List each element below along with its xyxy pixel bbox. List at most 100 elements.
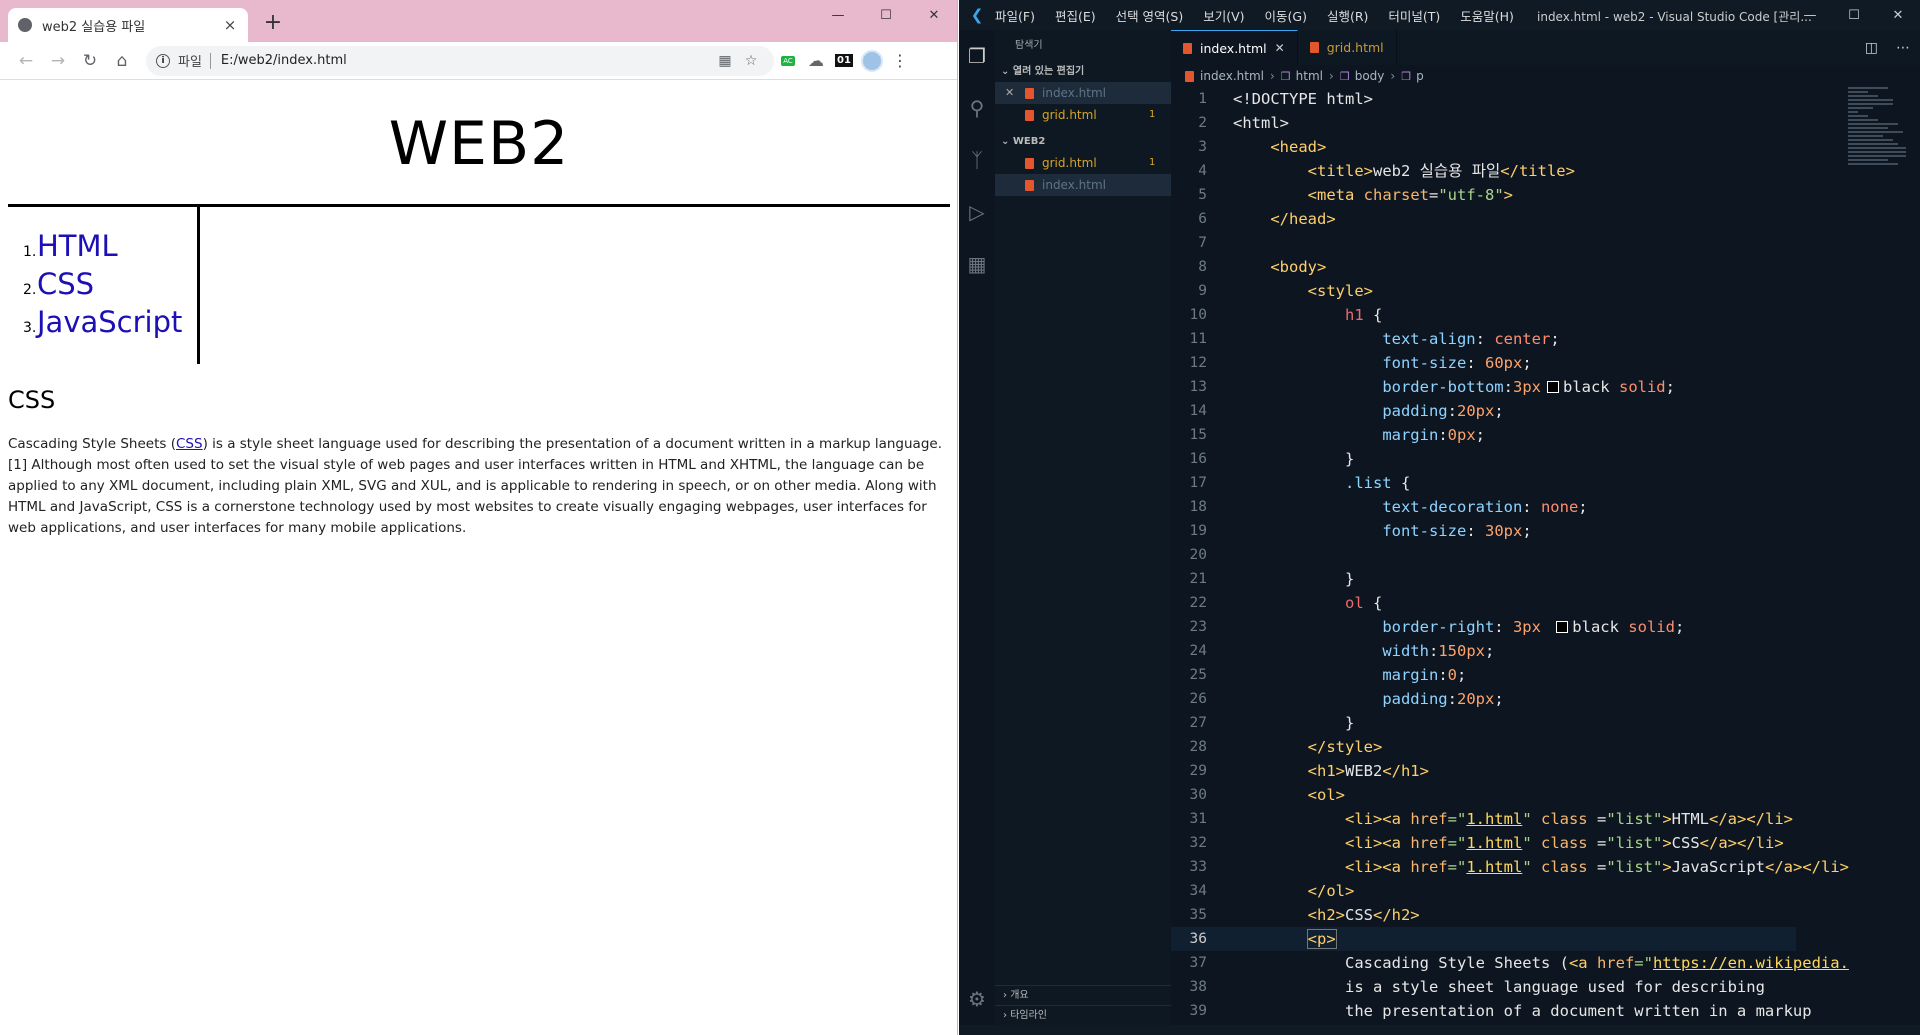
translate-icon[interactable]: ▦ [712,53,738,69]
link-javascript[interactable]: JavaScript [37,305,182,339]
line-number: 26 [1189,691,1207,707]
code-token: text-align [1382,330,1476,348]
new-tab-button[interactable]: + [260,10,286,36]
open-editors-section[interactable]: ⌄ 열려 있는 편집기 [995,62,1171,82]
menu-go[interactable]: 이동(G) [1265,9,1307,24]
close-icon[interactable]: ✕ [1005,82,1019,104]
code-token: </style> [1307,738,1383,756]
timeline-section[interactable]: › 타임라인 [995,1005,1171,1025]
open-editor-item[interactable]: grid.html 1 [995,104,1171,126]
settings-gear-icon[interactable]: ⚙ [959,979,995,1019]
maximize-button[interactable]: ☐ [862,0,910,30]
link-html[interactable]: HTML [37,229,118,263]
line-number: 4 [1198,163,1207,179]
close-icon[interactable]: ✕ [1275,41,1285,55]
search-icon[interactable]: ⚲ [959,82,995,134]
file-name: index.html [1042,178,1106,192]
outline-label: 개요 [1010,990,1029,1001]
editor-tab-grid[interactable]: grid.html [1298,30,1397,65]
address-url[interactable]: E:/web2/index.html [221,53,712,68]
color-swatch-icon[interactable] [1556,621,1569,633]
code-token: 30px [1484,522,1523,540]
browser-menu-icon[interactable]: ⋮ [886,46,914,76]
info-icon[interactable]: i [156,53,170,68]
address-bar[interactable]: i 파일 E:/web2/index.html ▦ ☆ [146,45,774,76]
profile-avatar[interactable] [858,46,886,76]
vscode-minimize-button[interactable]: — [1788,0,1832,30]
menu-terminal[interactable]: 터미널(T) [1388,9,1440,24]
line-number: 28 [1189,739,1207,755]
list-item: 2. CSS [23,267,197,305]
code-token: =" [1447,834,1467,852]
browser-tab[interactable]: web2 실습용 파일 × [8,8,248,42]
line-number: 34 [1189,883,1207,899]
color-swatch-icon[interactable] [1546,381,1559,393]
open-editor-name: grid.html [1042,108,1097,122]
line-number: 20 [1189,547,1207,563]
browser-titlebar: web2 실습용 파일 × + — ☐ ✕ [0,0,957,42]
code-token: CSS [1344,906,1373,924]
forward-button[interactable]: → [42,46,74,76]
minimap[interactable] [1848,87,1908,197]
code-link[interactable]: 1.html [1466,858,1522,876]
code-token: 20px [1456,690,1495,708]
minimize-button[interactable]: — [814,0,862,30]
code-token: } [1344,450,1355,468]
code-token: : [1428,642,1439,660]
reload-button[interactable]: ↻ [74,46,106,76]
run-debug-icon[interactable]: ▷ [959,186,995,238]
breadcrumb-item[interactable]: index.html [1200,69,1264,83]
editor-tab-index[interactable]: index.html ✕ [1171,30,1298,65]
menu-file[interactable]: 파일(F) [995,9,1035,24]
close-window-button[interactable]: ✕ [910,0,957,30]
breadcrumb-item[interactable]: html [1296,69,1323,83]
css-wiki-link[interactable]: CSS [176,436,203,452]
code-token: WEB2 [1344,762,1383,780]
link-css[interactable]: CSS [37,267,94,301]
menu-edit[interactable]: 편집(E) [1055,9,1096,24]
open-editor-item[interactable]: ✕ index.html [995,82,1171,104]
menu-run[interactable]: 실행(R) [1327,9,1368,24]
vscode-close-button[interactable]: ✕ [1876,0,1920,30]
code-link[interactable]: 1.html [1466,834,1522,852]
split-editor-icon[interactable]: ◫ [1865,40,1878,56]
extension-cloud-icon[interactable]: ☁ [802,46,830,76]
outline-section[interactable]: › 개요 [995,985,1171,1005]
back-button[interactable]: ← [10,46,42,76]
breadcrumb-item[interactable]: body [1355,69,1385,83]
code-token: : [1447,402,1457,420]
extension-ac-icon[interactable]: AC [774,46,802,76]
file-tree-item[interactable]: index.html [995,174,1171,196]
menu-view[interactable]: 보기(V) [1203,9,1244,24]
explorer-icon[interactable]: ❐ [959,30,995,82]
code-token: <style> [1307,282,1373,300]
home-button[interactable]: ⌂ [106,46,138,76]
vscode-maximize-button[interactable]: ☐ [1832,0,1876,30]
editor-tab-label: index.html [1200,40,1267,56]
menu-selection[interactable]: 선택 영역(S) [1116,9,1184,24]
code-token: = [1587,810,1607,828]
line-number: 37 [1189,955,1207,971]
source-control-icon[interactable]: ᛉ [959,134,995,186]
tab-close-button[interactable]: × [222,16,238,34]
bookmark-star-icon[interactable]: ☆ [738,53,764,69]
code-token: "list" [1606,810,1663,828]
html-file-icon [1025,179,1034,191]
file-tree-item[interactable]: grid.html 1 [995,152,1171,174]
code-link[interactable]: https://en.wikipedia. [1653,954,1849,972]
extension-01-icon[interactable]: 01 [830,46,858,76]
folder-section[interactable]: ⌄ WEB2 [995,132,1171,152]
line-number: 38 [1189,979,1207,995]
code-token: "utf-8" [1438,186,1504,204]
extensions-icon[interactable]: ▦ [959,238,995,290]
explorer-header: 탐색기 [1015,40,1043,51]
breadcrumb-item[interactable]: p [1416,69,1424,83]
menu-help[interactable]: 도움말(H) [1460,9,1514,24]
code-editor[interactable]: 1 <!DOCTYPE html> 2 <html> 3 <head> 4 <tit… [1171,87,1849,1022]
line-number: 35 [1189,907,1207,923]
more-actions-icon[interactable]: ⋯ [1896,40,1910,56]
open-editors-label: 열려 있는 편집기 [1012,66,1085,77]
code-token: padding [1382,690,1448,708]
code-link[interactable]: 1.html [1466,810,1522,828]
browser-toolbar: ← → ↻ ⌂ i 파일 E:/web2/index.html ▦ ☆ AC ☁… [0,42,957,80]
